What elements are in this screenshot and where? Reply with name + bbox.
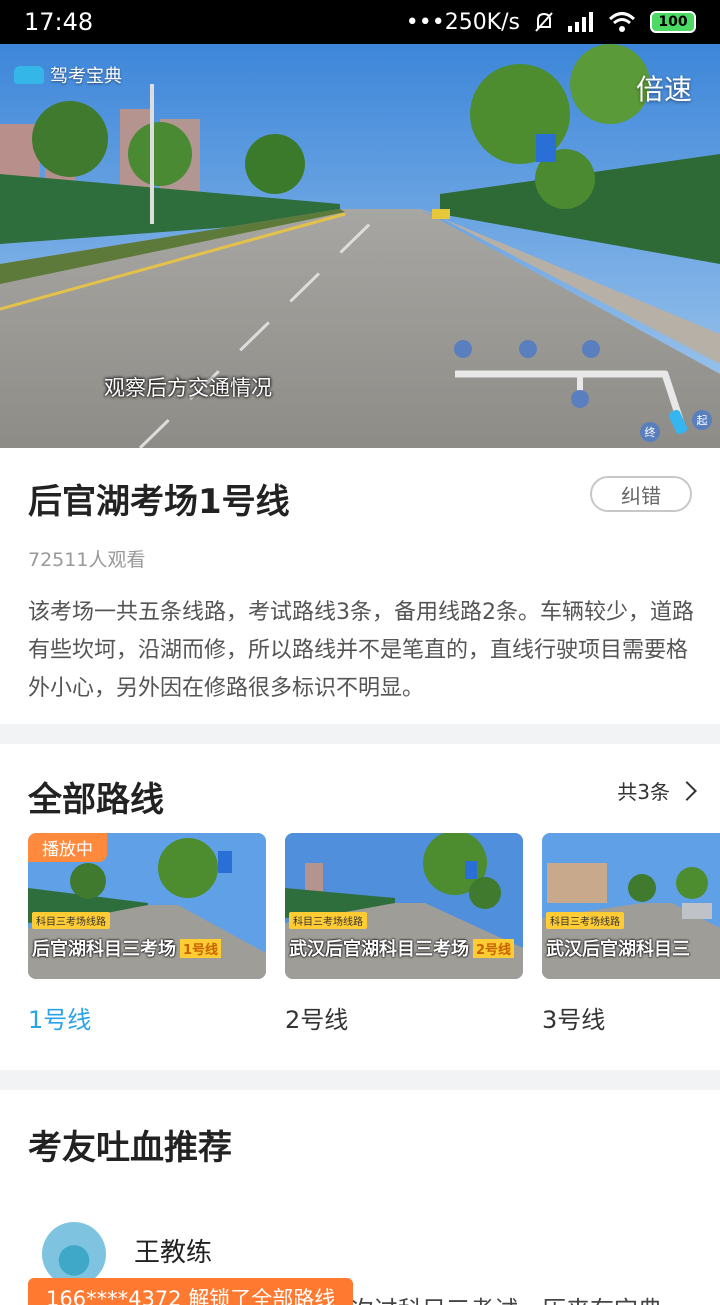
- route-card-1[interactable]: 播放中 科目三考场线路 后官湖科目三考场 1号线: [28, 833, 266, 979]
- recommend-section: 考友吐血推荐 王教练 次过科目三考试，历来有宝典 166****4372 解锁了…: [0, 1090, 720, 1305]
- all-routes-section: 全部路线 共3条 播放中 科目三考场线路 后官湖科目三考场 1号线 1号线 科目…: [0, 744, 720, 1070]
- route-label-1[interactable]: 1号线: [28, 1000, 91, 1035]
- route-card-tag: 科目三考场线路: [32, 912, 110, 929]
- all-routes-title: 全部路线: [28, 780, 164, 820]
- wifi-icon: [608, 12, 636, 32]
- map-end-label: 终: [645, 425, 656, 439]
- map-start-label: 起: [697, 414, 708, 427]
- route-card-tag: 科目三考场线路: [546, 912, 624, 929]
- route-info-section: 后官湖考场1号线 纠错 72511人观看 该考场一共五条线路，考试路线3条，备用…: [0, 448, 720, 724]
- route-card-banner-text: 武汉后官湖科目三: [546, 939, 690, 960]
- route-card-banner: 武汉后官湖科目三考场 2号线: [285, 935, 518, 961]
- route-card-tag: 科目三考场线路: [289, 912, 367, 929]
- mute-bell-icon: [535, 12, 553, 32]
- recommend-title: 考友吐血推荐: [28, 1128, 232, 1168]
- status-time: 17:48: [24, 8, 94, 36]
- avatar[interactable]: [42, 1222, 106, 1286]
- view-count: 72511人观看: [28, 549, 146, 571]
- now-playing-badge: 播放中: [28, 833, 107, 862]
- status-bar: 17:48 •••250K/s 100: [0, 0, 720, 44]
- route-description: 该考场一共五条线路，考试路线3条，备用线路2条。车辆较少，道路有些坎坷，沿湖而修…: [28, 600, 694, 701]
- route-card-3[interactable]: 科目三考场线路 武汉后官湖科目三: [542, 833, 720, 979]
- chevron-right-icon: [677, 780, 697, 801]
- routes-count-text: 共3条: [617, 780, 670, 804]
- video-logo-text: 驾考宝典: [50, 66, 122, 87]
- report-error-button[interactable]: 纠错: [590, 476, 692, 512]
- coach-name[interactable]: 王教练: [134, 1232, 212, 1269]
- playback-speed-button[interactable]: 倍速: [636, 68, 692, 108]
- route-card-banner: 武汉后官湖科目三: [542, 935, 694, 961]
- route-label-2[interactable]: 2号线: [285, 1000, 348, 1035]
- route-card-2[interactable]: 科目三考场线路 武汉后官湖科目三考场 2号线: [285, 833, 523, 979]
- signal-icon: [568, 12, 593, 32]
- video-subtitle: 观察后方交通情况: [104, 376, 272, 400]
- video-watermark-logo: 驾考宝典: [14, 62, 122, 88]
- route-card-banner-text: 后官湖科目三考场: [32, 939, 176, 960]
- comment-snippet: 次过科目三考试，历来有宝典: [350, 1290, 662, 1305]
- route-card-line-tag: 2号线: [473, 938, 515, 958]
- unlock-toast: 166****4372 解锁了全部路线: [28, 1278, 354, 1305]
- route-label-3[interactable]: 3号线: [542, 1000, 605, 1035]
- net-speed: •••250K/s: [405, 9, 520, 35]
- car-logo-icon: [14, 66, 44, 84]
- routes-count-link[interactable]: 共3条: [617, 776, 697, 805]
- video-player[interactable]: 终 起 驾考宝典 倍速 观察后方交通情况: [0, 44, 720, 448]
- route-card-banner-text: 武汉后官湖科目三考场: [289, 939, 469, 960]
- battery-icon: 100: [650, 11, 696, 33]
- route-card-banner: 后官湖科目三考场 1号线: [28, 935, 225, 961]
- status-icons: •••250K/s 100: [406, 10, 696, 35]
- route-card-line-tag: 1号线: [180, 938, 222, 958]
